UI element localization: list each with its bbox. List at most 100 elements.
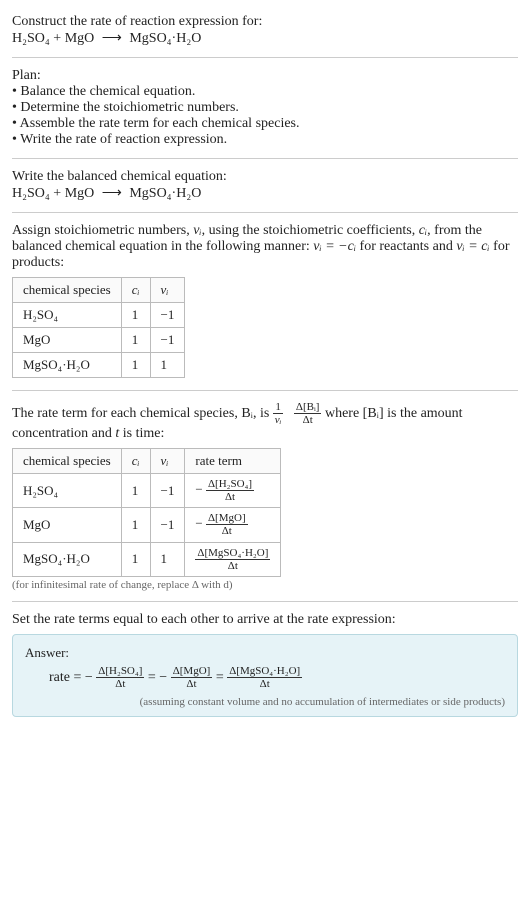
fraction-numerator: Δ[H₂SO₄]: [206, 478, 254, 491]
table-row: MgO 1 −1 − Δ[MgO] Δt: [13, 508, 281, 542]
table-row: MgSO₄·H₂O 1 1 Δ[MgSO₄·H₂O] Δt: [13, 542, 281, 576]
delta-b-over-delta-t-fraction: Δ[Bᵢ] Δt: [294, 401, 322, 426]
fraction-numerator: Δ[H₂SO₄]: [96, 665, 144, 678]
cell-ci: 1: [121, 508, 150, 542]
fraction-denominator: Δt: [227, 678, 302, 690]
plan-item: • Assemble the rate term for each chemic…: [12, 116, 518, 132]
nu-i-symbol: νᵢ: [193, 223, 201, 238]
answer-label: Answer:: [25, 645, 505, 661]
infinitesimal-note: (for infinitesimal rate of change, repla…: [12, 579, 518, 591]
fraction-denominator: νᵢ: [273, 414, 284, 426]
answer-box: Answer: rate = − Δ[H₂SO₄] Δt = − Δ[MgO] …: [12, 634, 518, 717]
fraction-numerator: 1: [273, 401, 284, 414]
cell-species: MgSO₄·H₂O: [13, 542, 122, 576]
cell-species: H₂SO₄: [13, 303, 122, 328]
stoich-section: Assign stoichiometric numbers, νᵢ, using…: [12, 217, 518, 386]
text: , using the stoichiometric coefficients,: [202, 223, 419, 238]
ci-header: cᵢ: [132, 282, 140, 297]
final-label: Set the rate terms equal to each other t…: [12, 612, 518, 628]
col-species: chemical species: [13, 278, 122, 303]
text: for reactants and: [356, 239, 456, 254]
divider: [12, 212, 518, 213]
reaction-arrow-icon: ⟶: [98, 31, 126, 46]
cell-ci: 1: [121, 328, 150, 353]
cell-ci: 1: [121, 474, 150, 508]
cell-ci: 1: [121, 542, 150, 576]
balanced-label: Write the balanced chemical equation:: [12, 169, 518, 185]
plan-item: • Write the rate of reaction expression.: [12, 132, 518, 148]
relation-reactants: νᵢ = −cᵢ: [313, 239, 356, 254]
cell-species: MgO: [13, 508, 122, 542]
cell-nui: 1: [150, 542, 185, 576]
text: is time:: [119, 426, 164, 441]
c-i-symbol: cᵢ: [419, 223, 427, 238]
rate-fraction: Δ[MgSO₄·H₂O] Δt: [227, 665, 302, 690]
nui-header: νᵢ: [161, 282, 169, 297]
cell-ci: 1: [121, 303, 150, 328]
table-header-row: chemical species cᵢ νᵢ: [13, 278, 185, 303]
nui-header: νᵢ: [161, 453, 169, 468]
col-rate-term: rate term: [185, 449, 281, 474]
fraction-numerator: Δ[MgO]: [206, 512, 248, 525]
reactant-2: MgO: [65, 31, 95, 46]
cell-nui: 1: [150, 353, 185, 378]
rate-term-table: chemical species cᵢ νᵢ rate term H₂SO₄ 1…: [12, 448, 281, 577]
plan-label: Plan:: [12, 68, 518, 84]
rate-fraction: Δ[MgO] Δt: [171, 665, 213, 690]
fraction-denominator: Δt: [294, 414, 322, 426]
fraction-numerator: Δ[MgSO₄·H₂O]: [227, 665, 302, 678]
fraction-numerator: Δ[Bᵢ]: [294, 401, 322, 414]
equals-sign: =: [148, 670, 159, 685]
table-row: H₂SO₄ 1 −1 − Δ[H₂SO₄] Δt: [13, 474, 281, 508]
col-nui: νᵢ: [150, 449, 185, 474]
reactant-1: H₂SO₄: [12, 31, 50, 46]
col-species: chemical species: [13, 449, 122, 474]
cell-rate-term: − Δ[H₂SO₄] Δt: [185, 474, 281, 508]
table-row: MgO 1 −1: [13, 328, 185, 353]
text: Assign stoichiometric numbers,: [12, 223, 193, 238]
construct-label: Construct the rate of reaction expressio…: [12, 14, 518, 30]
sign: −: [195, 516, 202, 531]
rate-fraction: Δ[MgSO₄·H₂O] Δt: [195, 547, 270, 572]
equals-sign: =: [73, 670, 84, 685]
cell-nui: −1: [150, 303, 185, 328]
col-ci: cᵢ: [121, 449, 150, 474]
balanced-section: Write the balanced chemical equation: H₂…: [12, 163, 518, 208]
cell-rate-term: Δ[MgSO₄·H₂O] Δt: [185, 542, 281, 576]
ci-header: cᵢ: [132, 453, 140, 468]
divider: [12, 390, 518, 391]
target-equation: H₂SO₄ + MgO ⟶ MgSO₄·H₂O: [12, 30, 518, 47]
fraction-denominator: Δt: [96, 678, 144, 690]
one-over-nu-fraction: 1 νᵢ: [273, 401, 284, 426]
final-section: Set the rate terms equal to each other t…: [12, 606, 518, 723]
cell-ci: 1: [121, 353, 150, 378]
divider: [12, 601, 518, 602]
fraction-denominator: Δt: [195, 560, 270, 572]
fraction-denominator: Δt: [206, 491, 254, 503]
col-nui: νᵢ: [150, 278, 185, 303]
cell-rate-term: − Δ[MgO] Δt: [185, 508, 281, 542]
table-header-row: chemical species cᵢ νᵢ rate term: [13, 449, 281, 474]
plan-item: • Balance the chemical equation.: [12, 84, 518, 100]
text: The rate term for each chemical species,…: [12, 406, 273, 421]
cell-nui: −1: [150, 328, 185, 353]
cell-species: MgO: [13, 328, 122, 353]
stoich-intro: Assign stoichiometric numbers, νᵢ, using…: [12, 223, 518, 271]
cell-species: H₂SO₄: [13, 474, 122, 508]
stoichiometry-table: chemical species cᵢ νᵢ H₂SO₄ 1 −1 MgO 1 …: [12, 277, 185, 378]
rate-word: rate: [49, 670, 70, 685]
divider: [12, 57, 518, 58]
rate-fraction: Δ[H₂SO₄] Δt: [206, 478, 254, 503]
cell-nui: −1: [150, 508, 185, 542]
balanced-equation: H₂SO₄ + MgO ⟶ MgSO₄·H₂O: [12, 185, 518, 202]
plus-sign: +: [50, 31, 65, 46]
cell-nui: −1: [150, 474, 185, 508]
reactant-2: MgO: [65, 186, 95, 201]
rate-fraction: Δ[H₂SO₄] Δt: [96, 665, 144, 690]
answer-note: (assuming constant volume and no accumul…: [25, 696, 505, 708]
table-row: H₂SO₄ 1 −1: [13, 303, 185, 328]
rate-fraction: Δ[MgO] Δt: [206, 512, 248, 537]
reaction-arrow-icon: ⟶: [98, 186, 126, 201]
divider: [12, 158, 518, 159]
fraction-denominator: Δt: [171, 678, 213, 690]
